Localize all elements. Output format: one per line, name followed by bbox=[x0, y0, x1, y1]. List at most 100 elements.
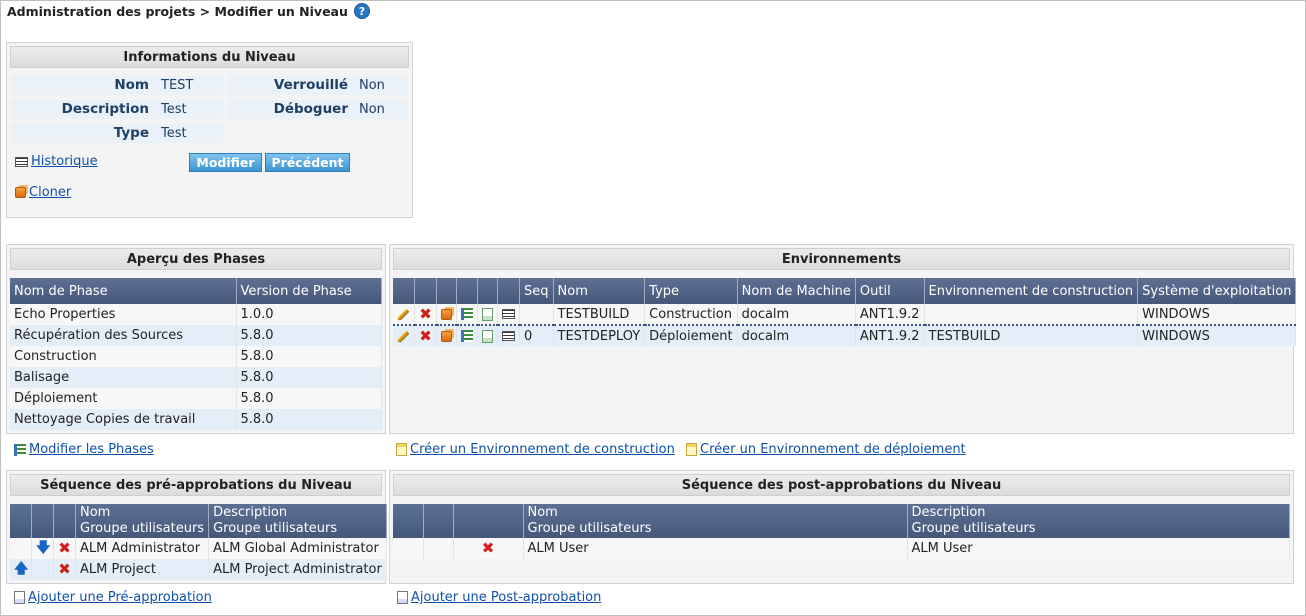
env-build-env: TESTBUILD bbox=[924, 325, 1139, 346]
type-label: Type bbox=[113, 125, 149, 141]
post-desc-header[interactable]: Description Groupe utilisateurs bbox=[907, 504, 1290, 538]
env-name: TESTBUILD bbox=[553, 304, 646, 326]
action-col-header bbox=[393, 504, 424, 538]
red-x-icon[interactable]: ✖ bbox=[58, 541, 71, 556]
pre-approval-name: ALM Project bbox=[75, 559, 210, 580]
table-row: Nettoyage Copies de travail 5.8.0 bbox=[10, 409, 382, 430]
add-pre-approval-link-wrap[interactable]: Ajouter une Pré-approbation bbox=[14, 590, 212, 605]
create-deploy-env-link[interactable]: Créer un Environnement de déploiement bbox=[700, 442, 966, 457]
info-panel-title: Informations du Niveau bbox=[10, 46, 409, 68]
pre-desc-header[interactable]: Description Groupe utilisateurs bbox=[208, 504, 387, 538]
cloner-link[interactable]: Cloner bbox=[29, 185, 71, 200]
add-document-icon bbox=[397, 591, 408, 604]
help-icon[interactable]: ? bbox=[353, 3, 370, 19]
add-post-approval-link-wrap[interactable]: Ajouter une Post-approbation bbox=[397, 590, 601, 605]
environments-panel: Environnements Seq Nom Type Nom de Machi… bbox=[389, 244, 1297, 434]
red-x-icon[interactable]: ✖ bbox=[419, 306, 432, 321]
phases-table: Nom de Phase Version de Phase Echo Prope… bbox=[10, 278, 382, 430]
clone-icon[interactable] bbox=[441, 330, 452, 342]
pencil-icon[interactable] bbox=[397, 330, 410, 342]
env-tool: ANT1.9.2 bbox=[855, 325, 925, 346]
pencil-icon[interactable] bbox=[397, 308, 410, 320]
phases-icon[interactable] bbox=[461, 308, 473, 320]
nom-value: TEST bbox=[161, 78, 194, 93]
description-label: Description bbox=[61, 101, 149, 117]
phase-name: Balisage bbox=[10, 367, 237, 388]
env-name: TESTDEPLOY bbox=[553, 325, 646, 346]
seq-header[interactable]: Seq bbox=[519, 278, 554, 304]
phase-version: 5.8.0 bbox=[236, 409, 382, 430]
tool-header[interactable]: Outil bbox=[855, 278, 925, 304]
post-desc-header-line2: Groupe utilisateurs bbox=[911, 521, 1036, 536]
phases-panel-title: Aperçu des Phases bbox=[10, 248, 382, 270]
table-row: Récupération des Sources 5.8.0 bbox=[10, 325, 382, 346]
arrow-up-icon[interactable]: 🡅 bbox=[14, 562, 28, 576]
deboguer-value: Non bbox=[359, 102, 385, 117]
red-x-icon[interactable]: ✖ bbox=[482, 541, 495, 556]
modifier-button[interactable]: Modifier bbox=[189, 153, 262, 172]
post-nom-header-line1: Nom bbox=[527, 505, 558, 520]
create-build-env-link-wrap[interactable]: Créer un Environnement de construction bbox=[396, 442, 675, 457]
cloner-link-wrap[interactable]: Cloner bbox=[15, 185, 71, 200]
phase-version-header[interactable]: Version de Phase bbox=[236, 278, 382, 304]
historique-link[interactable]: Historique bbox=[31, 154, 98, 169]
verrouille-label: Verrouillé bbox=[273, 77, 348, 93]
document-icon[interactable] bbox=[482, 307, 493, 321]
post-approval-desc: ALM User bbox=[907, 538, 1290, 559]
create-deploy-env-link-wrap[interactable]: Créer un Environnement de déploiement bbox=[686, 442, 966, 457]
post-desc-header-line1: Description bbox=[911, 505, 986, 520]
post-approvals-table: Nom Groupe utilisateurs Description Grou… bbox=[393, 504, 1290, 559]
table-row: 🡅 ✖ ALM Project ALM Project Administrato… bbox=[10, 559, 387, 580]
add-pre-approval-link[interactable]: Ajouter une Pré-approbation bbox=[28, 590, 212, 605]
action-col-header bbox=[10, 504, 32, 538]
table-row: Déploiement 5.8.0 bbox=[10, 388, 382, 409]
document-icon[interactable] bbox=[482, 329, 493, 343]
add-document-icon bbox=[14, 591, 25, 604]
red-x-icon[interactable]: ✖ bbox=[419, 328, 432, 343]
machine-header[interactable]: Nom de Machine bbox=[737, 278, 856, 304]
deboguer-label: Déboguer bbox=[273, 101, 348, 117]
env-type-header[interactable]: Type bbox=[644, 278, 738, 304]
env-machine: docalm bbox=[737, 304, 856, 326]
table-row: ✖ TESTBUILD Construction docalm ANT1.9.2… bbox=[393, 304, 1297, 326]
table-row: Balisage 5.8.0 bbox=[10, 367, 382, 388]
action-col-header bbox=[53, 504, 76, 538]
phase-name: Déploiement bbox=[10, 388, 237, 409]
pre-approvals-table: Nom Groupe utilisateurs Description Grou… bbox=[10, 504, 387, 580]
modify-phases-link[interactable]: Modifier les Phases bbox=[29, 442, 154, 457]
red-x-icon[interactable]: ✖ bbox=[58, 562, 71, 577]
action-col-header bbox=[456, 278, 478, 304]
pre-approvals-panel: Séquence des pré-approbations du Niveau … bbox=[6, 470, 387, 584]
environments-table: Seq Nom Type Nom de Machine Outil Enviro… bbox=[393, 278, 1297, 346]
clone-icon bbox=[15, 187, 26, 198]
phase-name-header[interactable]: Nom de Phase bbox=[10, 278, 237, 304]
table-row: Echo Properties 1.0.0 bbox=[10, 304, 382, 325]
action-col-header bbox=[414, 278, 437, 304]
phases-icon[interactable] bbox=[461, 330, 473, 342]
env-name-header[interactable]: Nom bbox=[553, 278, 646, 304]
nom-label: Nom bbox=[114, 77, 149, 93]
history-icon[interactable] bbox=[502, 309, 515, 319]
pre-nom-header[interactable]: Nom Groupe utilisateurs bbox=[75, 504, 210, 538]
historique-link-wrap[interactable]: Historique bbox=[15, 154, 98, 169]
type-value: Test bbox=[161, 126, 187, 141]
action-col-header bbox=[31, 504, 54, 538]
post-approvals-panel: Séquence des post-approbations du Niveau… bbox=[389, 470, 1294, 584]
clone-icon[interactable] bbox=[441, 308, 452, 320]
create-build-env-link[interactable]: Créer un Environnement de construction bbox=[410, 442, 675, 457]
modify-phases-link-wrap[interactable]: Modifier les Phases bbox=[14, 442, 154, 457]
build-env-header[interactable]: Environnement de construction bbox=[924, 278, 1139, 304]
add-post-approval-link[interactable]: Ajouter une Post-approbation bbox=[411, 590, 601, 605]
os-header[interactable]: Système d'exploitation bbox=[1137, 278, 1297, 304]
history-icon[interactable] bbox=[502, 331, 515, 341]
precedent-button[interactable]: Précédent bbox=[265, 153, 350, 172]
env-seq bbox=[519, 304, 554, 326]
phase-version: 5.8.0 bbox=[236, 346, 382, 367]
action-col-header bbox=[497, 278, 520, 304]
new-document-icon bbox=[396, 443, 407, 456]
arrow-down-icon[interactable]: 🡇 bbox=[36, 541, 50, 555]
phase-name: Nettoyage Copies de travail bbox=[10, 409, 237, 430]
post-approval-name: ALM User bbox=[523, 538, 908, 559]
phase-name: Echo Properties bbox=[10, 304, 237, 325]
post-nom-header[interactable]: Nom Groupe utilisateurs bbox=[523, 504, 908, 538]
